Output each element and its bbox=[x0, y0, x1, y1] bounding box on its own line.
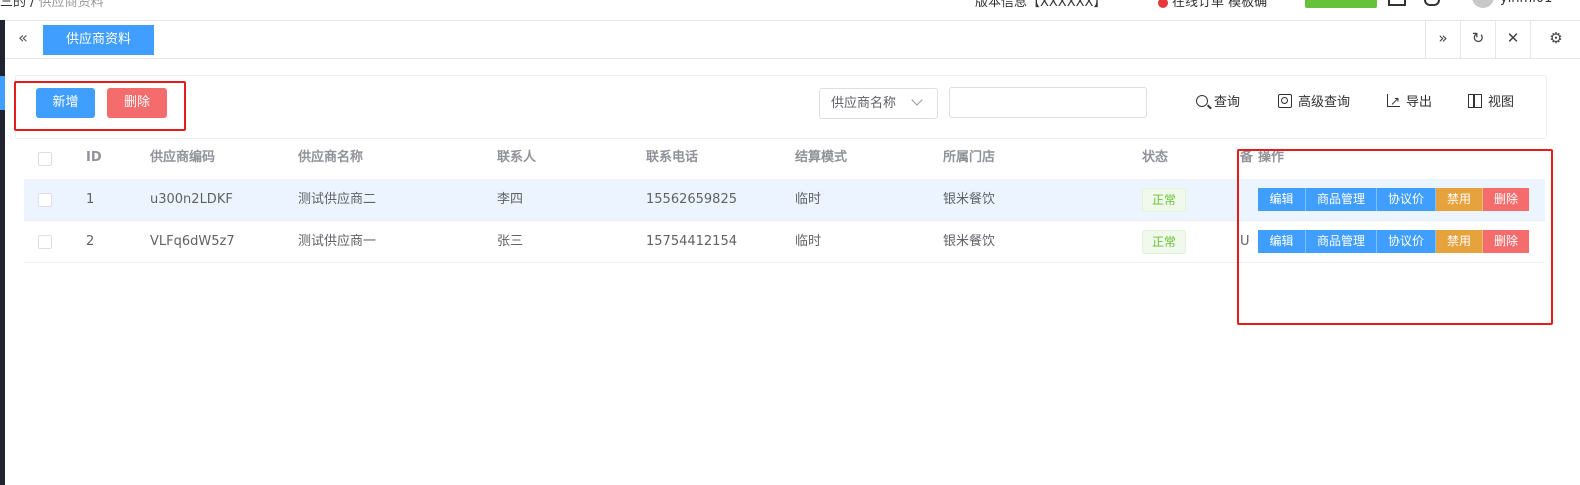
view-label: 视图 bbox=[1488, 95, 1515, 110]
top-header: 三的 / 供应商资料 版本信息【XXXXXX】 在线订单 模板确 yinmi01 bbox=[0, 0, 1580, 20]
query-button[interactable]: 查询 bbox=[1196, 88, 1240, 118]
search-field-select[interactable]: 供应商名称 bbox=[819, 88, 938, 119]
view-button[interactable]: 视图 bbox=[1468, 88, 1514, 118]
advanced-search-icon bbox=[1278, 93, 1292, 108]
column-header-settlement[interactable]: 结算模式 bbox=[795, 138, 847, 178]
gear-icon[interactable]: ⚙ bbox=[1530, 21, 1580, 58]
cell-settlement: 临时 bbox=[795, 192, 822, 207]
disable-button[interactable]: 禁用 bbox=[1436, 230, 1483, 253]
cell-code: u300n2LDKF bbox=[150, 192, 233, 207]
cell-code: VLFq6dW5z7 bbox=[150, 234, 235, 249]
alert-text: 在线订单 模板确 bbox=[1172, 0, 1268, 10]
row-action-group: 编辑 商品管理 协议价 禁用 删除 bbox=[1258, 188, 1529, 211]
edit-button[interactable]: 编辑 bbox=[1258, 230, 1306, 253]
column-header-store[interactable]: 所属门店 bbox=[943, 138, 995, 178]
toolbar-card: 新增 删除 供应商名称 查询 高级查询 导出 视图 bbox=[15, 75, 1547, 139]
export-icon bbox=[1387, 86, 1400, 116]
cell-name: 测试供应商一 bbox=[298, 234, 377, 249]
table-row[interactable]: 1 u300n2LDKF 测试供应商二 李四 15562659825 临时 银米… bbox=[24, 179, 1545, 221]
row-checkbox[interactable] bbox=[38, 235, 52, 249]
goods-management-button[interactable]: 商品管理 bbox=[1306, 230, 1377, 253]
disable-button[interactable]: 禁用 bbox=[1436, 188, 1483, 211]
refresh-icon[interactable]: ↻ bbox=[1460, 21, 1495, 58]
column-header-id[interactable]: ID bbox=[86, 138, 102, 178]
cell-contact: 李四 bbox=[497, 192, 524, 207]
breadcrumb-parent[interactable]: 三的 / bbox=[0, 0, 35, 10]
fullscreen-icon[interactable] bbox=[1388, 0, 1406, 6]
column-header-phone[interactable]: 联系电话 bbox=[646, 138, 698, 178]
version-info[interactable]: 版本信息【XXXXXX】 bbox=[975, 0, 1106, 10]
alert-icon bbox=[1158, 0, 1168, 8]
delete-button[interactable]: 删除 bbox=[107, 88, 167, 118]
cell-store: 银米餐饮 bbox=[943, 192, 996, 207]
cell-id: 2 bbox=[86, 234, 95, 249]
view-icon bbox=[1468, 93, 1482, 108]
cell-phone: 15562659825 bbox=[646, 192, 737, 207]
column-header-contact[interactable]: 联系人 bbox=[497, 138, 536, 178]
table-row[interactable]: 2 VLFq6dW5z7 测试供应商一 张三 15754412154 临时 银米… bbox=[24, 221, 1545, 263]
collapse-sidebar-icon[interactable]: « bbox=[13, 27, 33, 49]
cell-store: 银米餐饮 bbox=[943, 234, 996, 249]
search-icon bbox=[1196, 94, 1208, 107]
tab-bar: « 供应商资料 » ↻ ✕ ⚙ bbox=[5, 20, 1580, 59]
cell-name: 测试供应商二 bbox=[298, 192, 377, 207]
supplier-table: ID 供应商编码 供应商名称 联系人 联系电话 结算模式 所属门店 状态 备 操… bbox=[24, 138, 1545, 264]
add-button[interactable]: 新增 bbox=[36, 88, 95, 118]
agreement-price-button[interactable]: 协议价 bbox=[1377, 188, 1436, 211]
status-badge: 正常 bbox=[1142, 188, 1187, 212]
column-header-remark: 备 bbox=[1240, 150, 1254, 165]
avatar[interactable] bbox=[1472, 0, 1494, 8]
sidebar-active-marker bbox=[0, 76, 5, 110]
search-field-value: 供应商名称 bbox=[831, 96, 897, 111]
tab-scroll-right-icon[interactable]: » bbox=[1425, 21, 1460, 58]
edit-button[interactable]: 编辑 bbox=[1258, 188, 1306, 211]
row-delete-button[interactable]: 删除 bbox=[1483, 188, 1529, 211]
select-all-checkbox[interactable] bbox=[38, 152, 52, 166]
advanced-query-label: 高级查询 bbox=[1298, 95, 1351, 110]
goods-management-button[interactable]: 商品管理 bbox=[1306, 188, 1377, 211]
breadcrumb: 三的 / 供应商资料 bbox=[0, 0, 104, 10]
username[interactable]: yinmi01 bbox=[1500, 0, 1552, 6]
chevron-down-icon bbox=[911, 94, 923, 106]
cell-settlement: 临时 bbox=[795, 234, 822, 249]
alert-notice[interactable]: 在线订单 模板确 bbox=[1158, 0, 1267, 10]
column-header-actions: 操作 bbox=[1258, 150, 1285, 165]
row-action-group: 编辑 商品管理 协议价 禁用 删除 bbox=[1258, 230, 1529, 253]
column-header-status[interactable]: 状态 bbox=[1142, 138, 1168, 178]
status-badge: 正常 bbox=[1142, 230, 1187, 254]
cell-phone: 15754412154 bbox=[646, 234, 737, 249]
column-header-name[interactable]: 供应商名称 bbox=[298, 138, 363, 178]
breadcrumb-current: 供应商资料 bbox=[38, 0, 104, 10]
export-label: 导出 bbox=[1406, 95, 1433, 110]
agreement-price-button[interactable]: 协议价 bbox=[1377, 230, 1436, 253]
tab-supplier-info[interactable]: 供应商资料 bbox=[43, 25, 154, 55]
export-button[interactable]: 导出 bbox=[1387, 86, 1433, 118]
row-delete-button[interactable]: 删除 bbox=[1483, 230, 1529, 253]
advanced-query-button[interactable]: 高级查询 bbox=[1278, 88, 1350, 118]
search-input[interactable] bbox=[949, 87, 1147, 118]
row-checkbox[interactable] bbox=[38, 193, 52, 207]
cell-contact: 张三 bbox=[497, 234, 524, 249]
query-label: 查询 bbox=[1214, 95, 1241, 110]
bell-icon[interactable] bbox=[1424, 0, 1440, 6]
sidebar-edge bbox=[0, 20, 5, 485]
cell-remark: U bbox=[1240, 234, 1250, 249]
close-icon[interactable]: ✕ bbox=[1495, 21, 1530, 58]
status-badge[interactable] bbox=[1305, 0, 1377, 8]
cell-id: 1 bbox=[86, 192, 95, 207]
column-header-code[interactable]: 供应商编码 bbox=[150, 138, 215, 178]
